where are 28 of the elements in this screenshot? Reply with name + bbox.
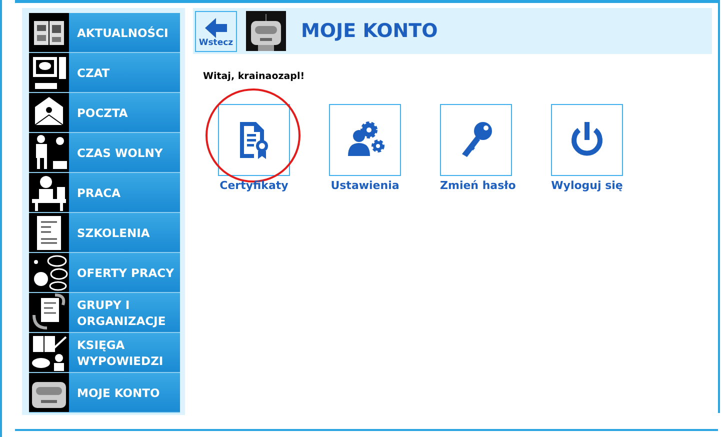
pictogram-icon: [29, 253, 69, 292]
pictogram-icon: [29, 93, 69, 132]
pictogram-icon: [29, 293, 69, 332]
greeting-text: Witaj, krainaozapl!: [203, 71, 306, 82]
sidebar-item[interactable]: OFERTY PRACY: [29, 253, 180, 293]
pictogram-icon: [29, 213, 69, 252]
sidebar-item[interactable]: SZKOLENIA: [29, 213, 180, 253]
pictogram-icon: [29, 13, 69, 52]
user-gears-icon: [348, 122, 384, 156]
sidebar-item[interactable]: AKTUALNOŚCI: [29, 13, 180, 53]
sidebar-item[interactable]: PRACA: [29, 173, 180, 213]
pictogram-icon: [29, 333, 69, 372]
page-title: MOJE KONTO: [301, 20, 438, 42]
pictogram-icon: [29, 133, 69, 172]
pictogram-icon: [29, 373, 69, 412]
sidebar-item[interactable]: GRUPY I ORGANIZACJE: [29, 293, 180, 333]
power-icon: [572, 122, 602, 156]
pictogram-icon: [29, 173, 69, 212]
sidebar-item[interactable]: MOJE KONTO: [29, 373, 180, 413]
sidebar-item[interactable]: KSIĘGA WYPOWIEDZI: [29, 333, 180, 373]
arrow-left-icon: [205, 18, 227, 38]
sidebar-item[interactable]: CZAT: [29, 53, 180, 93]
certificate-icon: [240, 122, 268, 159]
key-icon: [462, 122, 492, 157]
sidebar-item[interactable]: CZAS WOLNY: [29, 133, 180, 173]
sidebar-item[interactable]: POCZTA: [29, 93, 180, 133]
pictogram-icon: [29, 53, 69, 92]
back-button[interactable]: Wstecz: [195, 10, 237, 52]
